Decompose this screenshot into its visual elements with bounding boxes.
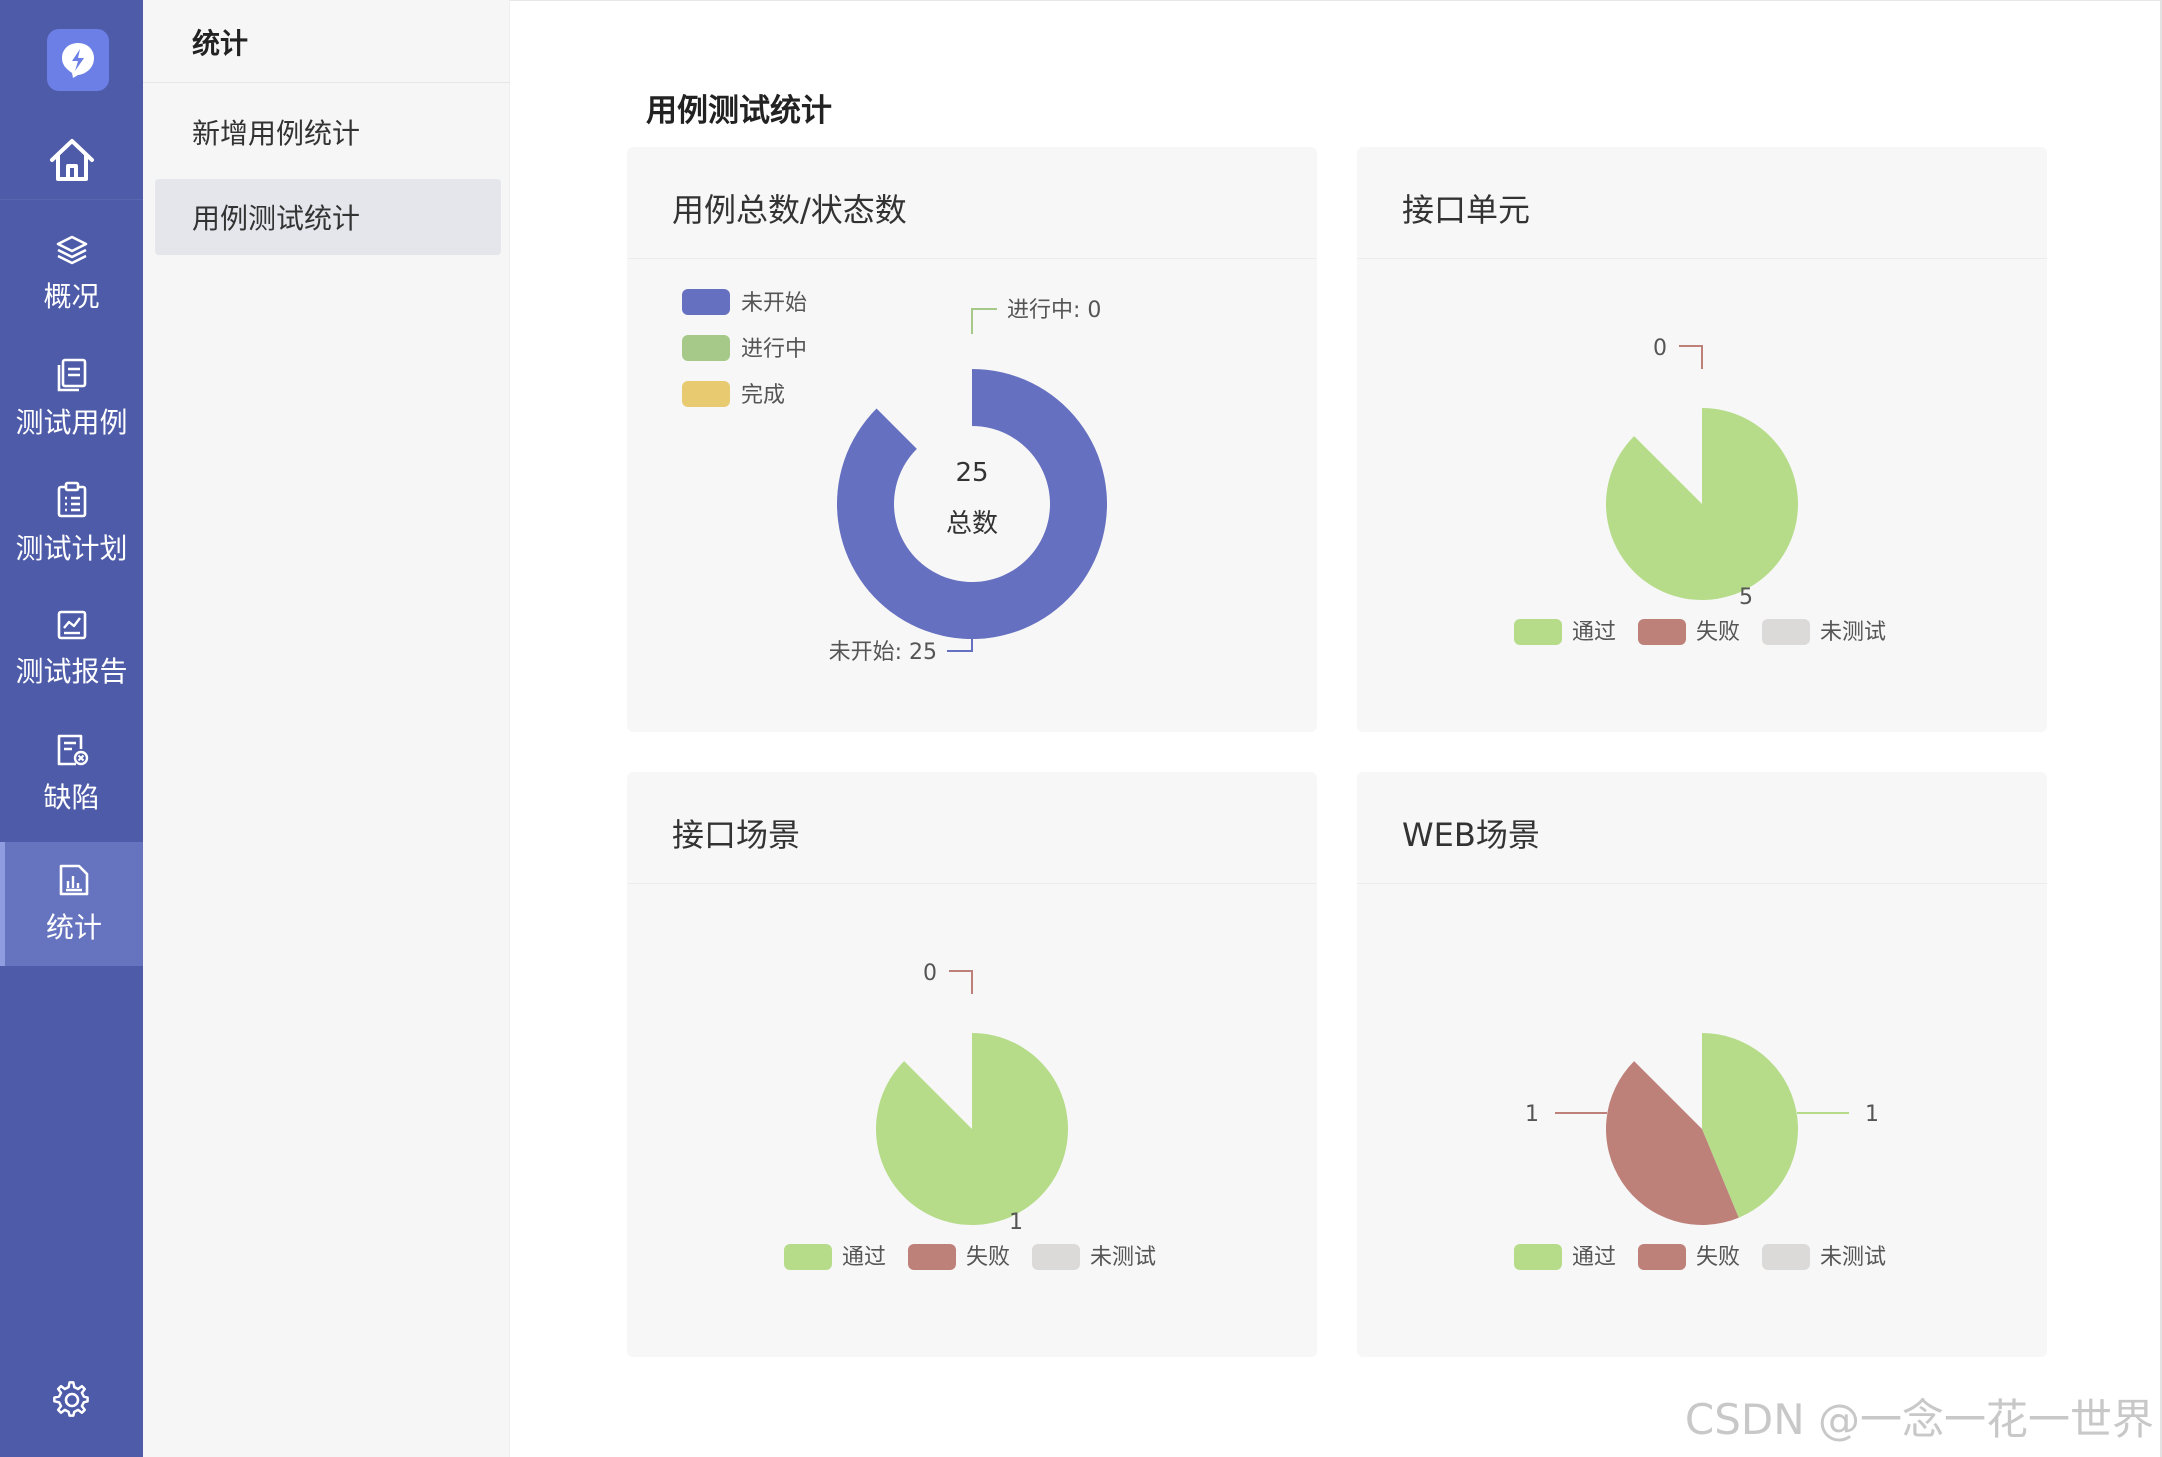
legend: 通过 失败 未测试 [784,1244,1156,1270]
legend-label-in-progress[interactable]: 进行中 [741,337,807,362]
legend-label-done[interactable]: 完成 [741,383,785,408]
legend-swatch-untested[interactable] [1032,1244,1080,1270]
nav-item-defects[interactable]: 缺陷 [0,712,143,836]
chart-card-interface-scenario: 接口场景 0 1 通过 失败 未测试 [627,772,1317,1357]
app-logo-icon[interactable] [47,29,109,91]
card-title: 接口场景 [672,816,801,854]
chart-card-total-status: 用例总数/状态数 未开始 进行中 完成 25 总数 进行中: 0 未开始: 25 [627,147,1317,732]
chart-web-scenario: 1 1 通过 失败 未测试 [1514,1033,1886,1270]
legend-swatch-pass[interactable] [784,1244,832,1270]
card-header: 接口场景 [627,772,1317,884]
legend-label-pass[interactable]: 通过 [842,1245,886,1270]
layers-icon [56,235,87,265]
slice-label-fail: 0 [1653,336,1667,361]
slice-label-fail: 0 [923,961,937,986]
label-line-fail [949,970,973,994]
watermark: CSDN @一念一花一世界 [1684,1395,2154,1444]
chart-card-web-scenario: WEB场景 1 1 通过 失败 未测试 [1357,772,2047,1357]
bug-document-icon [57,734,88,766]
slice-label-fail: 1 [1525,1102,1539,1127]
legend-label-untested[interactable]: 未测试 [1090,1245,1156,1270]
left-nav-rail: 概况 测试用例 测试计划 测试报告 缺陷 统计 [0,0,143,1457]
nav-label: 概况 [43,280,100,313]
card-header: 接口单元 [1357,147,2047,259]
nav-label: 测试计划 [15,532,128,565]
report-chart-icon [57,610,86,640]
card-title: WEB场景 [1402,816,1540,854]
legend-swatch-not-started[interactable] [682,289,730,315]
legend-label-fail[interactable]: 失败 [966,1245,1010,1270]
donut-center-value: 25 [955,458,988,488]
card-header: WEB场景 [1357,772,2047,884]
legend-label-fail[interactable]: 失败 [1696,620,1740,645]
legend-swatch-in-progress[interactable] [682,335,730,361]
legend: 通过 失败 未测试 [1514,1244,1886,1270]
legend-swatch-done[interactable] [682,381,730,407]
chart-total-status: 未开始 进行中 完成 25 总数 进行中: 0 未开始: 25 [682,289,1107,665]
donut-slices [837,369,1107,639]
donut-center-label: 总数 [946,509,998,539]
bar-chart-document-icon [59,864,89,896]
legend-swatch-pass[interactable] [1514,1244,1562,1270]
slice-label-not-started: 未开始: 25 [829,640,937,665]
page-title: 用例测试统计 [646,93,832,129]
nav-label: 测试用例 [15,406,128,439]
app-window: 概况 测试用例 测试计划 测试报告 缺陷 统计 统计 新增用例统计 用例测试统计… [0,0,2162,1457]
legend-swatch-fail[interactable] [908,1244,956,1270]
nav-label: 缺陷 [43,781,100,814]
document-icon [57,358,86,392]
card-title: 用例总数/状态数 [672,191,907,229]
subnav-title: 统计 [192,27,249,60]
chart-interface-scenario: 0 1 通过 失败 未测试 [784,961,1156,1270]
slice-label-pass: 1 [1865,1102,1879,1127]
legend-swatch-pass[interactable] [1514,619,1562,645]
main-content: 用例测试统计 用例总数/状态数 未开始 进行中 完成 25 总数 进行中: 0 … [510,0,2162,1457]
legend-swatch-untested[interactable] [1762,619,1810,645]
nav-label: 统计 [45,911,102,944]
legend: 未开始 进行中 完成 [682,289,807,408]
chart-card-interface-unit: 接口单元 0 5 通过 失败 未测试 [1357,147,2047,732]
legend-label-pass[interactable]: 通过 [1572,1245,1616,1270]
nav-label: 测试报告 [15,655,128,688]
nav-item-test-report[interactable]: 测试报告 [0,587,143,711]
clipboard-icon [57,481,86,518]
card-header: 用例总数/状态数 [627,147,1317,259]
slice-label-in-progress: 进行中: 0 [1007,298,1101,323]
nav-item-test-plan[interactable]: 测试计划 [0,462,143,586]
subnav-item-case-test-stats[interactable]: 用例测试统计 [155,179,501,255]
card-title: 接口单元 [1402,191,1531,229]
legend-label-fail[interactable]: 失败 [1696,1245,1740,1270]
pie-slices [1606,1033,1799,1225]
nav-item-stats[interactable]: 统计 [0,842,143,966]
legend-swatch-untested[interactable] [1762,1244,1810,1270]
label-line-fail [1679,345,1703,369]
subnav-item-new-case-stats[interactable]: 新增用例统计 [155,94,501,170]
legend-swatch-fail[interactable] [1638,1244,1686,1270]
nav-item-overview[interactable]: 概况 [0,212,143,336]
home-icon[interactable] [0,120,143,200]
legend: 通过 失败 未测试 [1514,619,1886,645]
divider [143,82,510,83]
legend-label-untested[interactable]: 未测试 [1820,620,1886,645]
legend-label-not-started[interactable]: 未开始 [741,291,807,316]
slice-label-pass: 5 [1739,585,1753,610]
sub-sidebar: 统计 新增用例统计 用例测试统计 [143,0,510,1457]
chart-interface-unit: 0 5 通过 失败 未测试 [1514,336,1886,645]
nav-item-test-cases[interactable]: 测试用例 [0,337,143,461]
legend-label-pass[interactable]: 通过 [1572,620,1616,645]
slice-0[interactable] [837,369,1107,639]
legend-label-untested[interactable]: 未测试 [1820,1245,1886,1270]
slice-label-pass: 1 [1009,1210,1023,1235]
label-line-in-progress [971,308,997,334]
settings-gear-icon[interactable] [0,1370,143,1430]
legend-swatch-fail[interactable] [1638,619,1686,645]
